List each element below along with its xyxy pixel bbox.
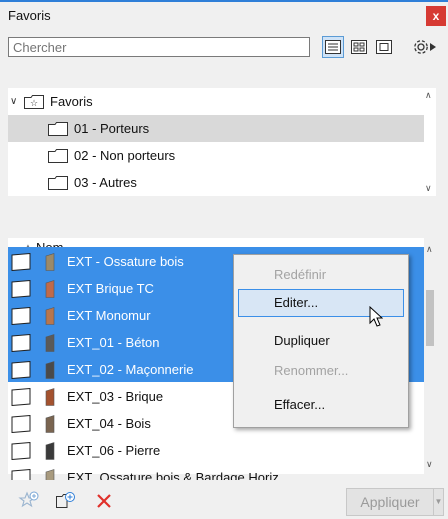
gear-icon — [414, 40, 428, 54]
scroll-up-icon[interactable]: ∧ — [425, 90, 432, 101]
list-row-name: EXT - Ossature bois — [67, 254, 184, 269]
list-row-name: EXT_06 - Pierre — [67, 443, 161, 458]
chevron-down-icon: ▼ — [434, 497, 443, 506]
apply-dropdown-button[interactable]: ▼ — [434, 488, 444, 516]
surface-swatch-icon — [11, 361, 31, 379]
material-icon — [45, 280, 55, 298]
svg-text:☆: ☆ — [30, 99, 38, 109]
scroll-up-icon[interactable]: ∧ — [426, 244, 433, 255]
chevron-right-icon — [430, 43, 436, 51]
folder-add-icon — [56, 492, 75, 508]
list-row-name: EXT_02 - Maçonnerie — [67, 362, 194, 377]
context-menu: Redéfinir Editer... Dupliquer Renommer..… — [233, 254, 409, 428]
tree-scrollbar[interactable]: ∧ ∨ — [424, 88, 436, 196]
list-row-name: EXT Brique TC — [67, 281, 154, 296]
favorites-folder-icon: ☆ — [24, 94, 44, 109]
surface-swatch-icon — [11, 442, 31, 460]
menu-item-duplicate[interactable]: Dupliquer — [238, 327, 404, 355]
add-favorite-button[interactable] — [18, 490, 40, 512]
tree-root-label: Favoris — [50, 94, 93, 109]
tree-item-non-porteurs[interactable]: 02 - Non porteurs — [8, 142, 426, 169]
material-icon — [45, 415, 55, 433]
star-add-icon — [18, 491, 39, 508]
folder-icon — [48, 175, 68, 190]
folder-icon — [48, 148, 68, 163]
window-title: Favoris — [8, 8, 51, 23]
surface-swatch-icon — [11, 334, 31, 352]
bottom-toolbar: Appliquer ▼ — [0, 480, 448, 519]
list-row-name: EXT Monomur — [67, 308, 151, 323]
material-icon — [45, 307, 55, 325]
material-icon — [45, 442, 55, 460]
preview-view-button[interactable] — [373, 36, 395, 58]
favorites-tree: ∨ ☆ Favoris 01 - Porteurs 02 - Non porte… — [8, 88, 436, 196]
favorites-window: Favoris x Chercher ∨ ☆ Favoris 01 - Port… — [0, 0, 448, 519]
grid-view-icon — [351, 40, 367, 54]
preview-view-icon — [376, 40, 392, 54]
menu-item-redefine: Redéfinir — [274, 267, 327, 282]
apply-button[interactable]: Appliquer — [346, 488, 434, 516]
list-row-name: EXT_01 - Béton — [67, 335, 160, 350]
material-icon — [45, 388, 55, 406]
menu-item-delete[interactable]: Effacer... — [238, 391, 404, 419]
menu-item-rename: Renommer... — [274, 363, 349, 378]
tree-item-label: 02 - Non porteurs — [74, 148, 176, 163]
close-button[interactable]: x — [426, 6, 446, 26]
tree-item-porteurs[interactable]: 01 - Porteurs — [8, 115, 426, 142]
delete-button[interactable] — [93, 490, 115, 512]
scroll-down-icon[interactable]: ∨ — [426, 459, 433, 470]
surface-swatch-icon — [11, 388, 31, 406]
material-icon — [45, 253, 55, 271]
grid-view-button[interactable] — [348, 36, 370, 58]
list-view-button[interactable] — [322, 36, 344, 58]
scroll-down-icon[interactable]: ∨ — [425, 183, 432, 194]
list-row-name: EXT_04 - Bois — [67, 416, 151, 431]
folder-icon — [48, 121, 68, 136]
title-bar: Favoris x — [0, 2, 448, 30]
surface-swatch-icon — [11, 253, 31, 271]
tree-item-label: 01 - Porteurs — [74, 121, 150, 136]
tree-item-label: 03 - Autres — [74, 175, 137, 190]
surface-swatch-icon — [11, 415, 31, 433]
list-scrollbar[interactable]: ∧ ∨ — [424, 238, 436, 474]
list-row-name: EXT_03 - Brique — [67, 389, 164, 404]
settings-button[interactable] — [404, 36, 444, 58]
search-input[interactable] — [8, 37, 310, 57]
chevron-down-icon[interactable]: ∨ — [10, 96, 20, 107]
list-row[interactable]: EXT_06 - Pierre — [8, 436, 426, 463]
material-icon — [45, 334, 55, 352]
tree-root[interactable]: ∨ ☆ Favoris — [8, 88, 426, 115]
surface-swatch-icon — [11, 280, 31, 298]
delete-x-icon — [97, 494, 111, 508]
mouse-cursor-icon — [369, 306, 383, 327]
add-folder-button[interactable] — [55, 490, 77, 512]
list-view-icon — [325, 40, 341, 54]
tree-item-autres[interactable]: 03 - Autres — [8, 169, 426, 196]
surface-swatch-icon — [11, 307, 31, 325]
scrollbar-thumb[interactable] — [426, 290, 434, 346]
material-icon — [45, 361, 55, 379]
